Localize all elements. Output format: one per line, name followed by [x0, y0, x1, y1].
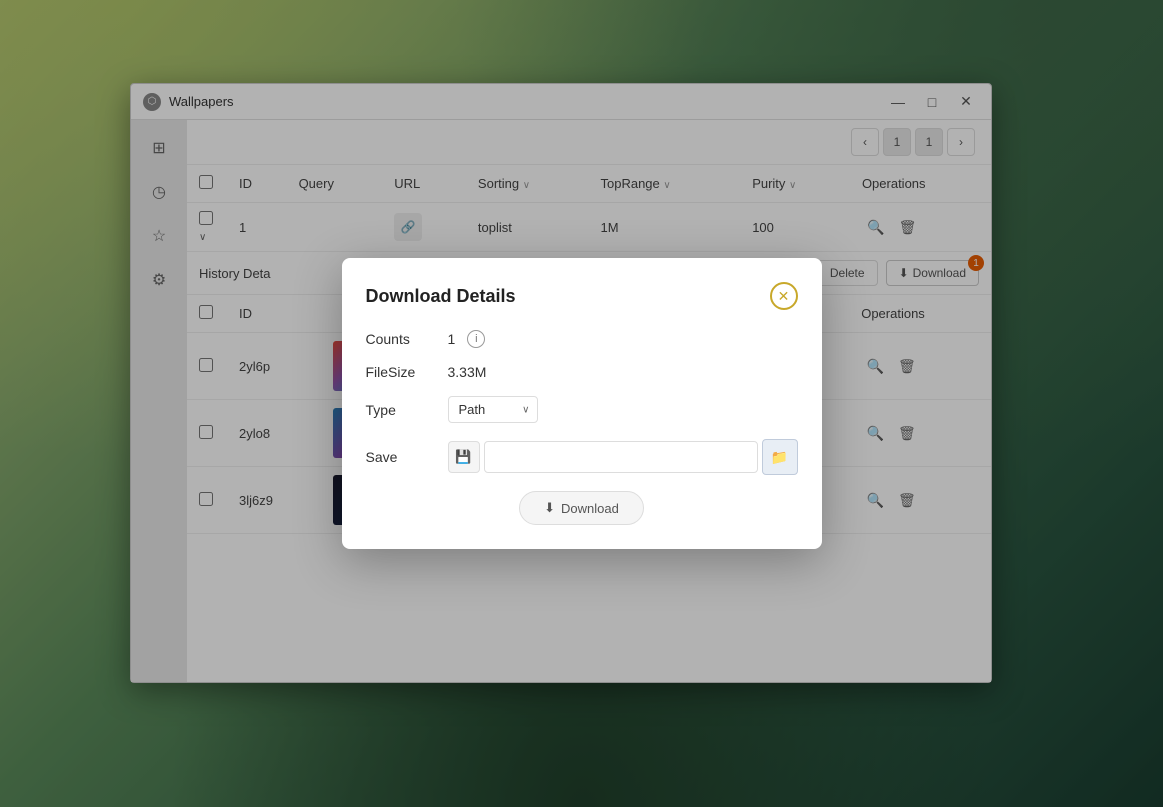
- modal-type-row: Type Path URL ∨: [366, 396, 798, 423]
- info-icon[interactable]: i: [467, 330, 485, 348]
- floppy-disk-button[interactable]: 💾: [448, 441, 480, 473]
- browse-folder-button[interactable]: 📁: [762, 439, 798, 475]
- modal-header: Download Details ✕: [366, 282, 798, 310]
- modal-filesize-row: FileSize 3.33M: [366, 364, 798, 380]
- save-label: Save: [366, 449, 436, 465]
- modal-close-button[interactable]: ✕: [770, 282, 798, 310]
- save-input-group: 💾 📁: [448, 439, 798, 475]
- download-arrow-icon: ⬇: [544, 500, 555, 516]
- modal-counts-row: Counts 1 i: [366, 330, 798, 348]
- counts-value: 1: [448, 331, 456, 347]
- download-button-label: Download: [561, 501, 619, 516]
- modal-title: Download Details: [366, 286, 516, 307]
- modal-close-icon: ✕: [778, 288, 790, 305]
- modal-overlay: Download Details ✕ Counts 1 i FileSize 3…: [0, 0, 1163, 807]
- modal-footer: ⬇ Download: [366, 491, 798, 525]
- type-select[interactable]: Path URL: [448, 396, 538, 423]
- modal-download-button[interactable]: ⬇ Download: [519, 491, 644, 525]
- download-details-modal: Download Details ✕ Counts 1 i FileSize 3…: [342, 258, 822, 549]
- type-label: Type: [366, 402, 436, 418]
- modal-save-row: Save 💾 📁: [366, 439, 798, 475]
- floppy-icon: 💾: [455, 449, 471, 465]
- type-select-wrapper: Path URL ∨: [448, 396, 538, 423]
- counts-label: Counts: [366, 331, 436, 347]
- folder-icon: 📁: [771, 449, 788, 466]
- filesize-label: FileSize: [366, 364, 436, 380]
- save-path-input[interactable]: [484, 441, 758, 473]
- filesize-value: 3.33M: [448, 364, 487, 380]
